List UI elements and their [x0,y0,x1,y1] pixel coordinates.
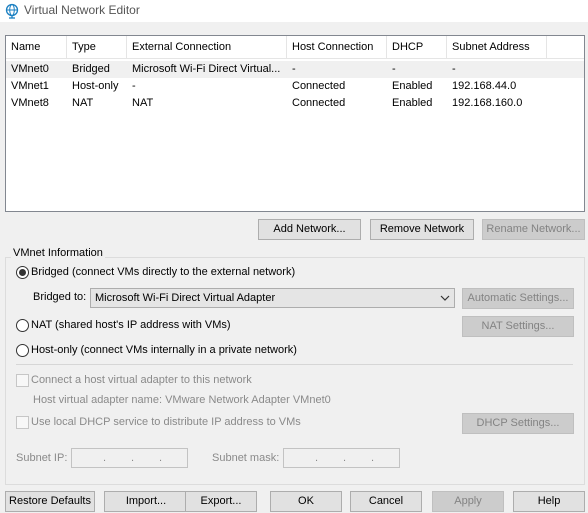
remove-network-button[interactable]: Remove Network [370,219,474,240]
cell-name: VMnet8 [11,97,49,109]
rename-network-button[interactable]: Rename Network... [482,219,585,240]
connect-adapter-checkbox[interactable] [16,374,29,387]
column-header-type[interactable]: Type [67,36,127,59]
help-button[interactable]: Help [513,491,585,512]
bridged-radio[interactable] [16,266,29,279]
column-header-dhcp[interactable]: DHCP [387,36,447,59]
cell-name: VMnet1 [11,80,49,92]
globe-network-icon [5,3,19,19]
import-button[interactable]: Import... [104,491,188,512]
column-header-host-connection[interactable]: Host Connection [287,36,387,59]
cell-host-connection: - [292,63,296,75]
connect-adapter-label[interactable]: Connect a host virtual adapter to this n… [31,374,252,386]
subnet-mask-label: Subnet mask: [212,452,280,464]
cancel-button[interactable]: Cancel [350,491,422,512]
cell-type: NAT [72,97,94,109]
host-only-label[interactable]: Host-only (connect VMs internally in a p… [31,344,297,356]
restore-defaults-button[interactable]: Restore Defaults [5,491,95,512]
cell-type: Host-only [72,80,119,92]
nat-label[interactable]: NAT (shared host's IP address with VMs) [31,319,231,331]
subnet-ip-label: Subnet IP: [16,452,68,464]
adapter-name-label: Host virtual adapter name: VMware Networ… [33,394,331,406]
cell-dhcp: - [392,63,396,75]
bridged-to-select[interactable]: Microsoft Wi-Fi Direct Virtual Adapter [90,288,455,308]
cell-dhcp: Enabled [392,80,433,92]
nat-settings-button[interactable]: NAT Settings... [462,316,574,337]
title-bar: Virtual Network Editor [0,0,588,22]
nat-radio[interactable] [16,319,29,332]
cell-external-connection: - [132,80,136,92]
cell-subnet-address: - [452,63,456,75]
network-list[interactable]: Name Type External Connection Host Conne… [5,35,585,212]
cell-dhcp: Enabled [392,97,433,109]
ok-button[interactable]: OK [270,491,342,512]
dhcp-checkbox[interactable] [16,416,29,429]
cell-external-connection: NAT [132,97,154,109]
window-title: Virtual Network Editor [24,3,140,17]
column-header-subnet-address[interactable]: Subnet Address [447,36,547,59]
host-only-radio[interactable] [16,344,29,357]
apply-button[interactable]: Apply [432,491,504,512]
bridged-label[interactable]: Bridged (connect VMs directly to the ext… [31,266,295,278]
vmnet-information-label: VMnet Information [11,247,105,259]
column-header-external-connection[interactable]: External Connection [127,36,287,59]
bridged-to-value: Microsoft Wi-Fi Direct Virtual Adapter [95,292,276,304]
cell-host-connection: Connected [292,80,346,92]
divider [16,364,573,365]
subnet-ip-field[interactable]: . . . [71,448,188,468]
subnet-mask-field[interactable]: . . . [283,448,400,468]
dhcp-label[interactable]: Use local DHCP service to distribute IP … [31,416,301,428]
list-header: Name Type External Connection Host Conne… [6,36,584,59]
column-header-name[interactable]: Name [6,36,67,59]
cell-type: Bridged [72,63,110,75]
cell-external-connection: Microsoft Wi-Fi Direct Virtual... [132,63,281,75]
export-button[interactable]: Export... [185,491,257,512]
cell-subnet-address: 192.168.160.0 [452,97,523,109]
automatic-settings-button[interactable]: Automatic Settings... [462,288,574,309]
cell-host-connection: Connected [292,97,346,109]
table-row[interactable]: VMnet0 Bridged Microsoft Wi-Fi Direct Vi… [6,61,584,78]
cell-subnet-address: 192.168.44.0 [452,80,517,92]
table-row[interactable]: VMnet1 Host-only - Connected Enabled 192… [6,78,584,95]
add-network-button[interactable]: Add Network... [258,219,361,240]
dhcp-settings-button[interactable]: DHCP Settings... [462,413,574,434]
cell-name: VMnet0 [11,63,49,75]
table-row[interactable]: VMnet8 NAT NAT Connected Enabled 192.168… [6,95,584,112]
bridged-to-label: Bridged to: [33,291,87,303]
chevron-down-icon [440,295,450,301]
